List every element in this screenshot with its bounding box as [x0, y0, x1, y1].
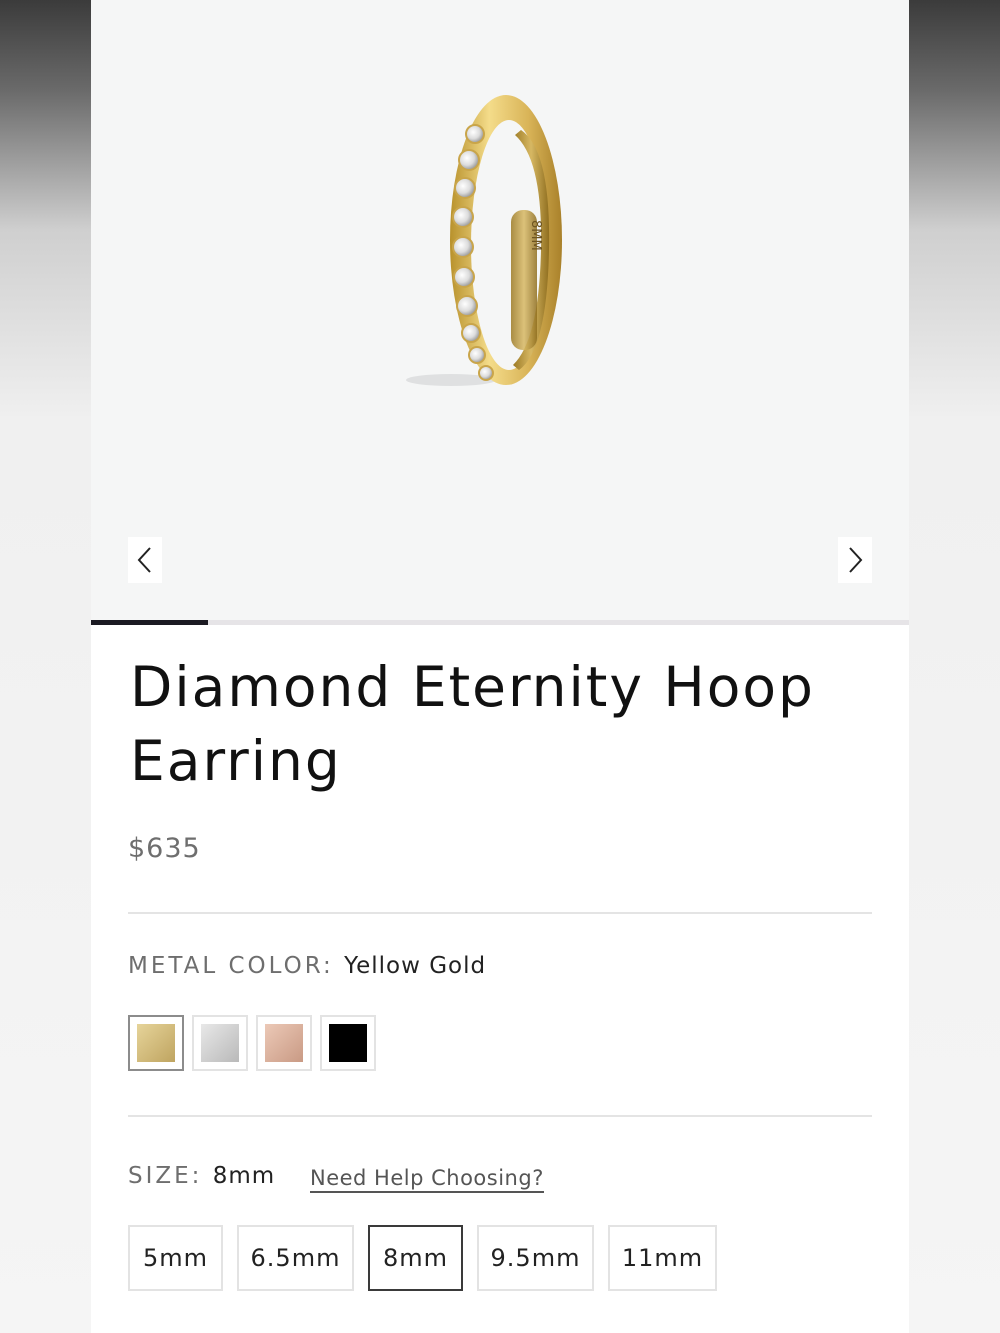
metal-color-value: Yellow Gold	[344, 953, 487, 979]
gallery-prev-button[interactable]	[128, 537, 162, 583]
backdrop-left	[0, 0, 91, 1333]
metal-swatch-chip	[137, 1024, 175, 1062]
metal-swatch-chip	[329, 1024, 367, 1062]
divider	[128, 912, 872, 914]
size-option-5mm[interactable]: 5mm	[128, 1225, 223, 1291]
size-option-11mm[interactable]: 11mm	[608, 1225, 717, 1291]
size-value: 8mm	[212, 1163, 276, 1189]
gallery-next-button[interactable]	[838, 537, 872, 583]
metal-swatch-yellow-gold[interactable]	[128, 1015, 184, 1071]
metal-swatch-chip	[265, 1024, 303, 1062]
metal-swatch-rose-gold[interactable]	[256, 1015, 312, 1071]
product-title: Diamond Eternity Hoop Earring	[130, 650, 850, 798]
gallery-progress-bar	[91, 620, 909, 625]
product-page: 8MM Diamond Eternity Hoop Earring $635 M…	[91, 0, 909, 1333]
metal-swatch-black[interactable]	[320, 1015, 376, 1071]
product-gallery[interactable]: 8MM	[91, 0, 909, 620]
chevron-right-icon	[849, 547, 863, 573]
product-image: 8MM	[406, 95, 562, 386]
divider	[128, 1115, 872, 1117]
size-heading: SIZE:	[128, 1163, 203, 1189]
engraving-text: 8MM	[528, 220, 543, 251]
size-help-link[interactable]: Need Help Choosing?	[310, 1166, 544, 1193]
metal-color-heading: METAL COLOR:	[128, 953, 334, 979]
product-title-line-2: Earring	[130, 729, 342, 793]
size-label: SIZE: 8mm	[128, 1163, 275, 1189]
metal-swatch-group	[128, 1015, 376, 1071]
gallery-progress-fill	[91, 620, 208, 625]
product-title-line-1: Diamond Eternity Hoop	[130, 655, 815, 719]
size-option-9-5mm[interactable]: 9.5mm	[477, 1225, 594, 1291]
chevron-left-icon	[137, 547, 151, 573]
size-option-6-5mm[interactable]: 6.5mm	[237, 1225, 354, 1291]
metal-swatch-white-gold[interactable]	[192, 1015, 248, 1071]
backdrop-right	[909, 0, 1000, 1333]
product-price: $635	[128, 833, 201, 864]
size-option-group: 5mm 6.5mm 8mm 9.5mm 11mm	[128, 1225, 717, 1291]
metal-swatch-chip	[201, 1024, 239, 1062]
size-option-8mm[interactable]: 8mm	[368, 1225, 463, 1291]
metal-color-label: METAL COLOR: Yellow Gold	[128, 953, 486, 979]
